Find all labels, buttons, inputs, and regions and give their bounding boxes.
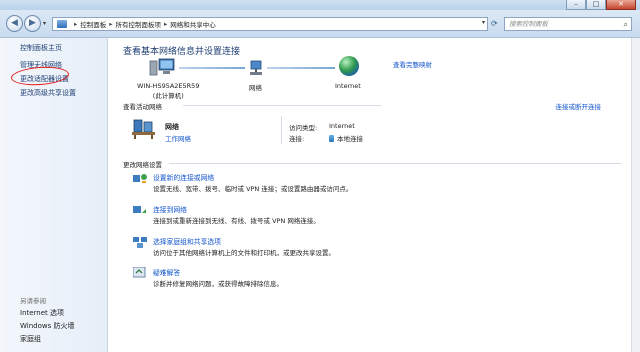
access-type-label: 访问类型: xyxy=(289,124,318,132)
breadcrumb-all-items[interactable]: 所有控制面板项 xyxy=(116,19,162,29)
local-connection-icon xyxy=(329,135,334,142)
task-title[interactable]: 设置新的连接或网络 xyxy=(153,172,214,182)
section-divider xyxy=(183,105,381,106)
homegroup-icon xyxy=(133,237,147,248)
task-title[interactable]: 连接到网络 xyxy=(153,204,187,214)
setup-connection-icon xyxy=(133,174,147,183)
refresh-icon[interactable]: ⟳ xyxy=(491,19,498,28)
sidebar: 控制面板主页 管理无线网络 更改适配器设置 更改高级共享设置 另请参阅 Inte… xyxy=(0,38,108,352)
address-dropdown-icon[interactable]: ▾ xyxy=(482,19,485,26)
forward-button[interactable]: ▶ xyxy=(24,15,41,32)
sidebar-item-homegroup[interactable]: 家庭组 xyxy=(20,334,41,344)
minimize-button[interactable]: – xyxy=(566,0,586,10)
breadcrumb-network-center[interactable]: 网络和共享中心 xyxy=(170,19,216,29)
sidebar-item-firewall[interactable]: Windows 防火墙 xyxy=(20,321,74,331)
task-description: 诊断并修复网络问题，或获得故障排除信息。 xyxy=(153,280,283,288)
network-name: 网络 xyxy=(165,123,179,131)
breadcrumb-chevron-icon[interactable]: ▸ xyxy=(109,20,112,28)
main-content: 查看基本网络信息并设置连接 查看完整映射 WIN-HS95A2E5R59 (此计… xyxy=(109,38,631,352)
task-title[interactable]: 疑难解答 xyxy=(153,267,180,277)
active-networks-heading: 查看活动网络 xyxy=(123,103,162,111)
column-divider xyxy=(281,116,282,144)
network-label: 网络 xyxy=(249,84,262,92)
connection-line xyxy=(179,67,245,69)
maximize-button[interactable]: □ xyxy=(586,0,606,10)
computer-name: WIN-HS95A2E5R59 xyxy=(137,82,200,90)
task-title[interactable]: 选择家庭组和共享选项 xyxy=(153,236,221,246)
connect-disconnect-link[interactable]: 连接或断开连接 xyxy=(556,101,602,111)
recent-pages-chevron-icon[interactable]: ▾ xyxy=(43,20,46,27)
network-type-link[interactable]: 工作网络 xyxy=(165,133,191,143)
connection-label: 连接: xyxy=(289,135,305,143)
task-description: 连接到或重新连接到无线、有线、拨号或 VPN 网络连接。 xyxy=(153,217,320,225)
breadcrumb-chevron-icon[interactable]: ▸ xyxy=(164,20,167,28)
navigation-bar: ◀ ▶ ▾ ▸ 控制面板 ▸ 所有控制面板项 ▸ 网络和共享中心 ▾ ⟳ 搜索控… xyxy=(0,10,640,38)
sidebar-item-control-panel-home[interactable]: 控制面板主页 xyxy=(20,43,62,53)
change-settings-heading: 更改网络设置 xyxy=(123,161,162,169)
close-button[interactable]: ✕ xyxy=(606,0,636,10)
task-description: 设置无线、宽带、拨号、临时或 VPN 连接；或设置路由器或访问点。 xyxy=(153,185,353,193)
troubleshoot-icon xyxy=(133,267,146,278)
sidebar-item-internet-options[interactable]: Internet 选项 xyxy=(20,308,64,318)
connection-line xyxy=(267,67,335,69)
sidebar-item-advanced-sharing[interactable]: 更改高级共享设置 xyxy=(20,88,76,98)
computer-label: WIN-HS95A2E5R59 (此计算机) xyxy=(137,82,199,100)
see-also-heading: 另请参阅 xyxy=(20,297,46,305)
search-icon[interactable]: ⌕ xyxy=(624,19,628,31)
vertical-scrollbar[interactable] xyxy=(631,38,640,352)
control-panel-icon xyxy=(57,20,67,28)
access-type-value: Internet xyxy=(329,122,355,130)
connect-network-icon xyxy=(133,206,146,213)
back-button[interactable]: ◀ xyxy=(6,15,23,32)
see-full-map-link[interactable]: 查看完整映射 xyxy=(393,59,432,69)
network-icon[interactable] xyxy=(249,60,263,76)
page-title: 查看基本网络信息并设置连接 xyxy=(123,47,241,57)
task-description: 访问位于其他网络计算机上的文件和打印机，或更改共享设置。 xyxy=(153,249,335,257)
title-bar: – □ ✕ xyxy=(0,0,640,10)
internet-globe-icon[interactable] xyxy=(339,56,359,76)
computer-subtitle: (此计算机) xyxy=(152,92,184,100)
search-input[interactable]: 搜索控制面板 ⌕ xyxy=(504,17,632,31)
address-bar[interactable]: ▸ 控制面板 ▸ 所有控制面板项 ▸ 网络和共享中心 ▾ xyxy=(52,17,488,31)
internet-label: Internet xyxy=(335,82,361,90)
breadcrumb-chevron-icon[interactable]: ▸ xyxy=(74,20,77,28)
computer-icon[interactable] xyxy=(149,58,175,76)
local-connection-text: 本地连接 xyxy=(337,135,363,143)
section-divider xyxy=(169,163,621,164)
search-placeholder: 搜索控制面板 xyxy=(509,20,548,28)
work-network-icon[interactable] xyxy=(131,118,157,140)
local-connection-link[interactable]: 本地连接 xyxy=(329,133,363,143)
window-controls: – □ ✕ xyxy=(566,0,636,10)
breadcrumb-control-panel[interactable]: 控制面板 xyxy=(80,19,106,29)
